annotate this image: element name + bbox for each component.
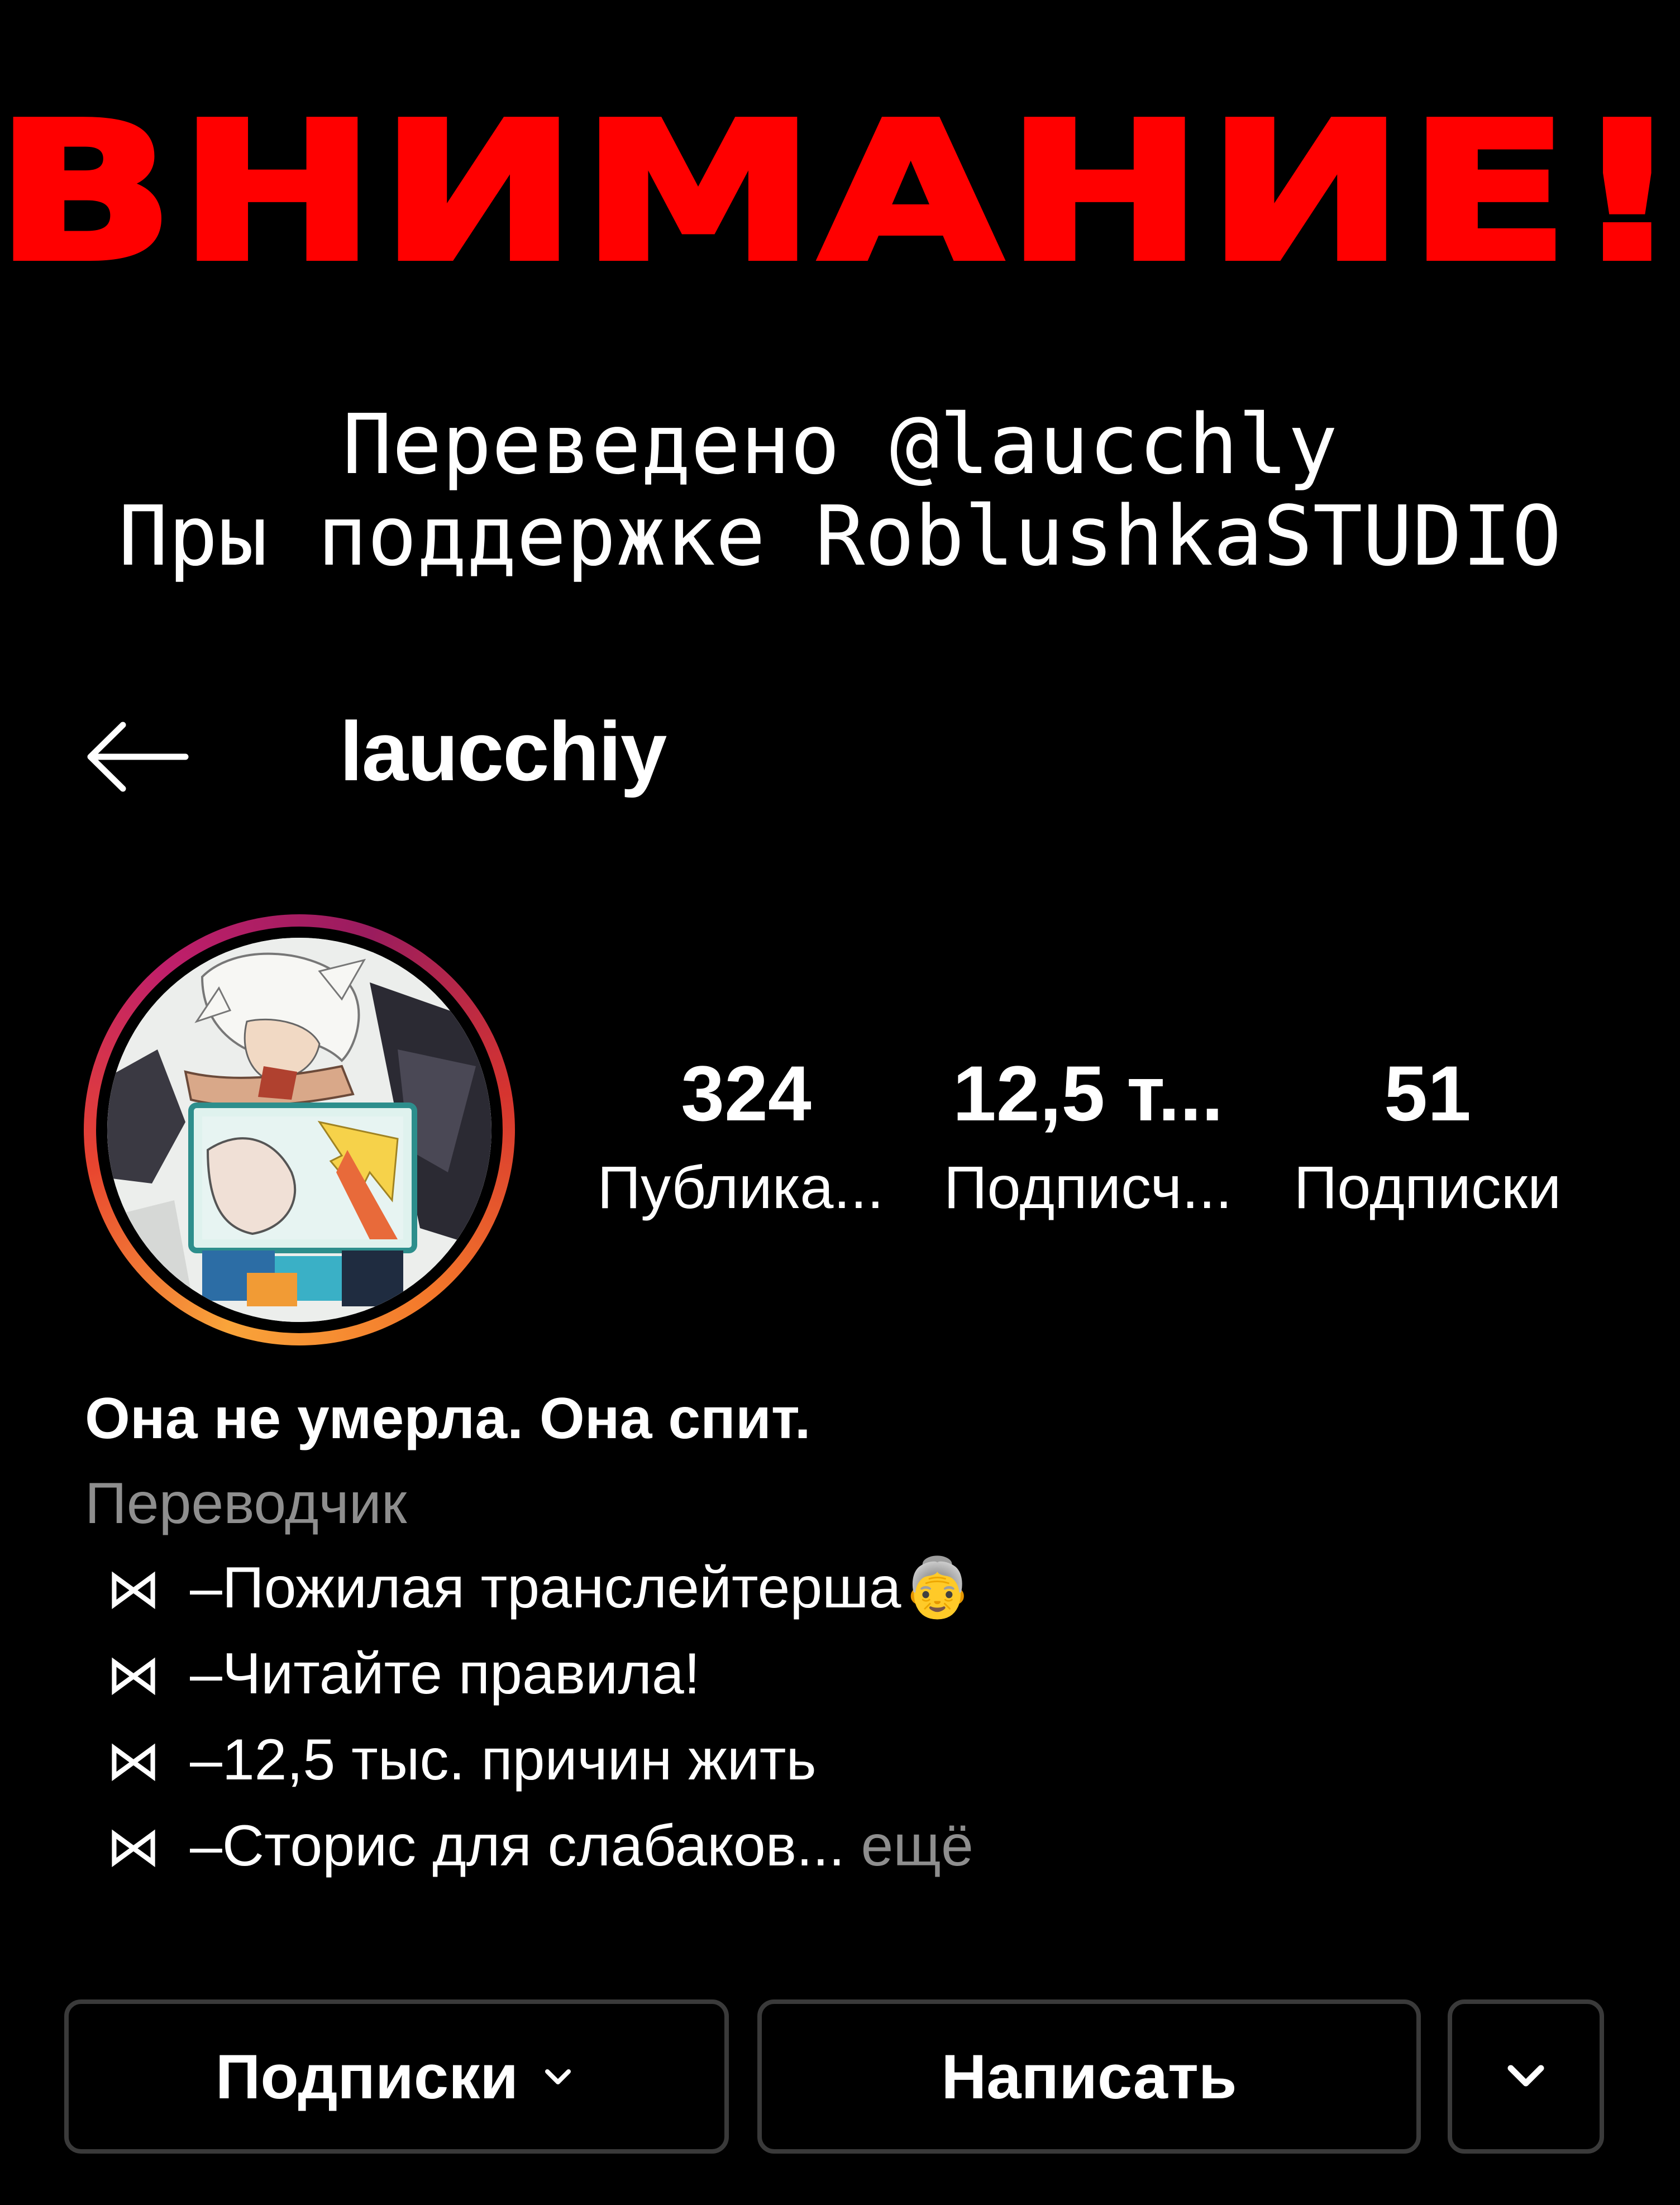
- support-credit: Пры поддержке RoblushkaSTUDIO: [118, 488, 1562, 584]
- posts-count[interactable]: 324: [579, 1052, 914, 1135]
- bullet-glyph: ⋈: [106, 1729, 161, 1793]
- arrow-left-icon[interactable]: [84, 720, 190, 793]
- bio-line: ⋈ –Сторис для слабаков... ещё: [106, 1812, 973, 1881]
- chevron-down-icon: [545, 2069, 571, 2084]
- chevron-down-icon: [1507, 2065, 1544, 2087]
- bio-line-text: –Читайте правила!: [190, 1641, 700, 1706]
- avatar[interactable]: [107, 938, 491, 1322]
- bio-line-text: –12,5 тыс. причин жить: [190, 1727, 817, 1792]
- bio-line-text: –Пожилая транслейтерша👵: [190, 1555, 973, 1620]
- following-count[interactable]: 51: [1260, 1052, 1595, 1135]
- bio-line-text: –Сторис для слабаков...: [190, 1813, 845, 1878]
- suggested-accounts-button[interactable]: [1448, 1999, 1604, 2154]
- bio-line: ⋈ –Пожилая транслейтерша👵: [106, 1554, 973, 1622]
- posts-label[interactable]: Публика...: [562, 1154, 919, 1221]
- more-link[interactable]: ещё: [845, 1813, 973, 1878]
- profile-category: Переводчик: [85, 1471, 407, 1536]
- message-button[interactable]: Написать: [757, 1999, 1421, 2154]
- following-button[interactable]: Подписки: [64, 1999, 729, 2154]
- translator-credit: Переведено @laucchly: [342, 397, 1338, 493]
- avatar-illustration: [107, 938, 491, 1322]
- message-button-label: Написать: [941, 2041, 1237, 2112]
- bio-line: ⋈ –12,5 тыс. причин жить: [106, 1726, 817, 1794]
- profile-display-name: Она не умерла. Она спит.: [85, 1386, 811, 1451]
- bullet-glyph: ⋈: [106, 1815, 161, 1879]
- bullet-glyph: ⋈: [106, 1557, 161, 1621]
- bullet-glyph: ⋈: [106, 1643, 161, 1707]
- following-button-label: Подписки: [215, 2041, 519, 2112]
- warning-title: ВНИМАНИЕ!: [0, 82, 1680, 303]
- following-label[interactable]: Подписки: [1249, 1154, 1606, 1221]
- followers-count[interactable]: 12,5 т...: [920, 1052, 1256, 1135]
- profile-username: laucchiy: [340, 704, 667, 798]
- followers-label[interactable]: Подписч...: [909, 1154, 1267, 1221]
- bio-line: ⋈ –Читайте правила!: [106, 1640, 700, 1708]
